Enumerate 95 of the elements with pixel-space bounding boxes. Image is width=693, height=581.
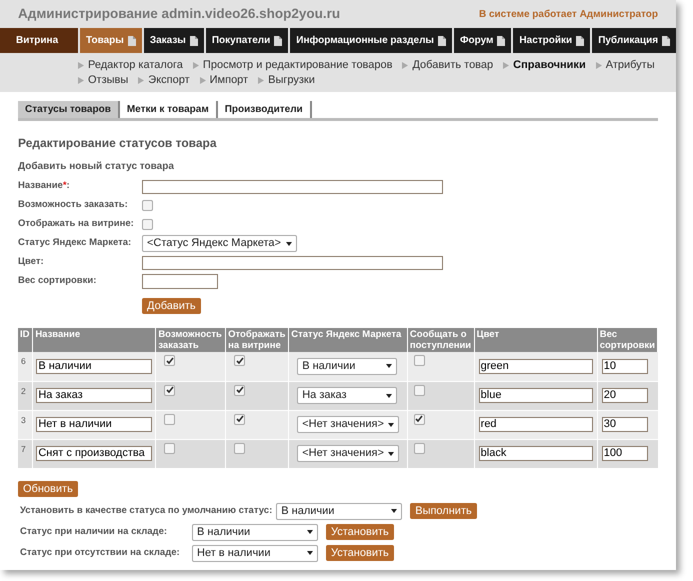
name-field[interactable]: В наличии xyxy=(36,358,152,374)
caret-icon xyxy=(307,530,313,534)
triangle-bullet-icon xyxy=(78,76,84,84)
weight-field[interactable]: 10 xyxy=(602,358,648,374)
checkbox[interactable] xyxy=(164,384,176,396)
market-select[interactable]: <Нет значения> xyxy=(297,445,399,462)
subnav-link[interactable]: Атрибуты xyxy=(596,58,655,72)
name-field[interactable]: На заказ xyxy=(36,388,152,403)
color-field[interactable]: blue xyxy=(478,388,593,403)
caret-icon xyxy=(286,242,292,246)
text-field[interactable] xyxy=(142,180,443,194)
text-field[interactable] xyxy=(142,256,443,270)
setting-label: Установить в качестве статуса по умолчанию статус: xyxy=(20,504,272,518)
checkbox[interactable] xyxy=(414,442,425,454)
checkbox[interactable] xyxy=(414,384,425,396)
document-icon xyxy=(438,36,446,46)
apply-button[interactable]: Установить xyxy=(326,545,394,561)
checkbox[interactable] xyxy=(414,414,425,424)
apply-button[interactable]: Установить xyxy=(326,524,394,540)
document-icon xyxy=(128,36,136,46)
user-note: В системе работает Администратор xyxy=(478,8,658,22)
weight-field[interactable]: 20 xyxy=(602,388,648,403)
subnav-link[interactable]: Отзывы xyxy=(78,73,128,87)
market-select[interactable]: В наличии xyxy=(297,358,398,375)
subnav-link[interactable]: Редактор каталога xyxy=(78,58,183,72)
weight-field[interactable]: 100 xyxy=(602,446,648,461)
color-field[interactable]: black xyxy=(478,446,593,461)
checkbox[interactable] xyxy=(164,414,176,424)
name-field[interactable]: Снят с производства xyxy=(36,446,152,461)
status-select[interactable]: В наличии xyxy=(276,502,402,520)
caret-icon xyxy=(386,364,392,368)
setting-label: Статус при наличии на складе: xyxy=(20,524,168,539)
text-field[interactable] xyxy=(142,274,218,289)
checkbox[interactable] xyxy=(414,355,425,366)
triangle-bullet-icon xyxy=(596,62,602,68)
setting-label: Статус при отсутствии на складе: xyxy=(20,546,181,560)
tab[interactable]: Статусы товаров xyxy=(18,101,120,118)
field-label: Вес сортировки: xyxy=(18,274,98,288)
field-label: Возможность заказать: xyxy=(18,198,129,212)
triangle-bullet-icon xyxy=(402,62,408,68)
document-icon xyxy=(274,36,282,46)
subnav-link[interactable]: Выгрузки xyxy=(258,73,315,87)
caret-icon xyxy=(386,394,392,398)
status-select[interactable]: В наличии xyxy=(192,524,318,540)
checkbox[interactable] xyxy=(234,355,246,366)
table-cell: 2 xyxy=(18,381,33,410)
checkbox[interactable] xyxy=(234,384,246,396)
nav-tab[interactable]: Товары xyxy=(80,28,144,53)
table-cell: 7 xyxy=(18,439,33,468)
checkbox[interactable] xyxy=(142,219,153,230)
triangle-bullet-icon xyxy=(200,76,206,84)
document-icon xyxy=(662,36,670,46)
triangle-bullet-icon xyxy=(138,76,144,84)
triangle-bullet-icon xyxy=(258,76,264,84)
checkbox[interactable] xyxy=(234,442,246,454)
market-select[interactable]: <Нет значения> xyxy=(297,416,399,433)
field-label: Отображать на витрине: xyxy=(18,217,135,232)
subnav-link[interactable]: Просмотр и редактирование товаров xyxy=(192,58,392,72)
site-title: Администрирование admin.video26.shop2you.ru xyxy=(18,4,340,23)
field-label: Название*: xyxy=(18,179,71,194)
color-field[interactable]: green xyxy=(478,358,593,374)
checkbox[interactable] xyxy=(142,200,153,211)
checkbox[interactable] xyxy=(164,442,176,454)
triangle-bullet-icon xyxy=(192,62,199,68)
field-label: Статус Яндекс Маркета: xyxy=(18,236,132,250)
add-button[interactable]: Добавить xyxy=(142,298,201,314)
market-select[interactable]: <Статус Яндекс Маркета> xyxy=(142,235,297,252)
subnav-link[interactable]: Импорт xyxy=(200,73,248,87)
checkbox[interactable] xyxy=(234,414,246,424)
name-field[interactable]: Нет в наличии xyxy=(36,417,152,432)
document-icon xyxy=(497,36,506,46)
caret-icon xyxy=(391,509,398,513)
subnav-link[interactable]: Добавить товар xyxy=(402,58,494,72)
status-select[interactable]: Нет в наличии xyxy=(192,544,318,562)
table-cell: 6 xyxy=(18,352,33,381)
caret-icon xyxy=(388,452,394,456)
caret-icon xyxy=(307,551,313,555)
weight-field[interactable]: 30 xyxy=(602,417,648,432)
page-title: Редактирование статусов товара xyxy=(18,135,218,152)
document-icon xyxy=(576,36,584,46)
update-button[interactable]: Обновить xyxy=(18,480,78,496)
field-label: Цвет: xyxy=(18,255,45,270)
form-title: Добавить новый статус товара xyxy=(18,160,175,174)
market-select[interactable]: На заказ xyxy=(297,387,398,404)
document-icon xyxy=(190,36,198,46)
table-cell: 3 xyxy=(18,410,33,439)
caret-icon xyxy=(388,422,394,426)
subnav-link[interactable]: Справочники xyxy=(503,58,586,72)
color-field[interactable]: red xyxy=(478,417,593,432)
nav-tab[interactable]: Витрина xyxy=(0,28,80,53)
apply-button[interactable]: Выполнить xyxy=(410,503,477,519)
triangle-bullet-icon xyxy=(503,62,510,68)
triangle-bullet-icon xyxy=(78,62,84,68)
subnav-link[interactable]: Экспорт xyxy=(138,73,190,87)
checkbox[interactable] xyxy=(164,355,176,366)
